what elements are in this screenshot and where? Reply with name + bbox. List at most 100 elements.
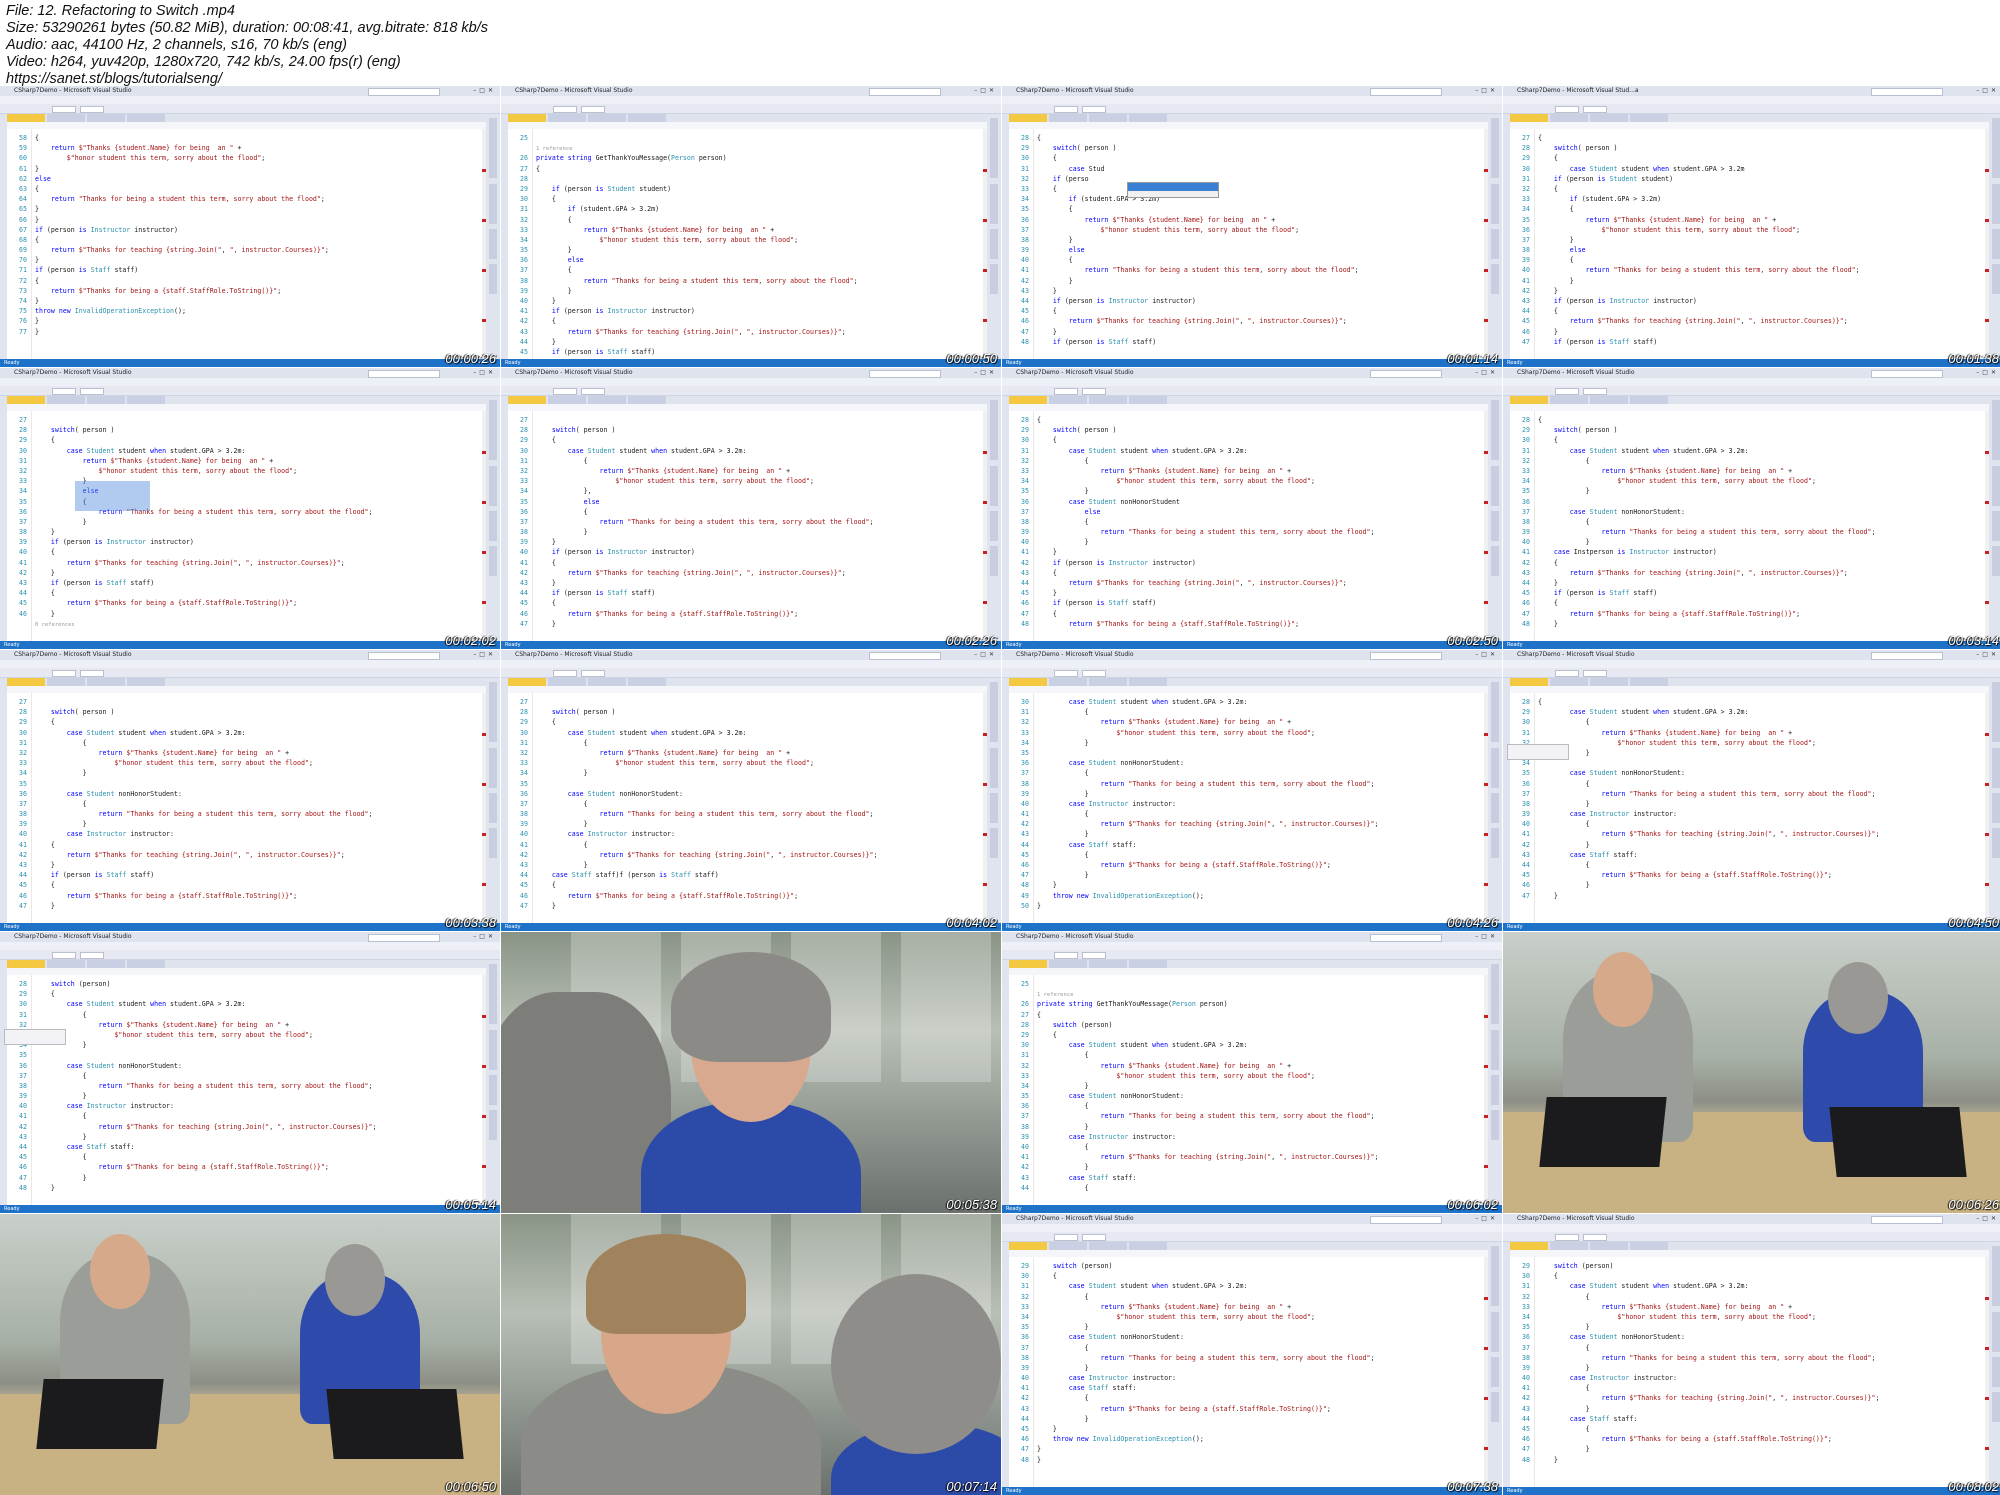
code-editor[interactable]: 25 1 reference 26 private string GetThankYo… [1009, 975, 1484, 1205]
side-panel-tab[interactable] [1491, 264, 1499, 294]
document-tab[interactable] [1129, 114, 1167, 122]
side-panel-tab[interactable] [489, 964, 497, 1024]
thumbnail-tile[interactable]: CSharp7Demo - Microsoft Visual Studio –□✕… [1503, 1214, 2000, 1495]
document-tab[interactable] [1129, 960, 1167, 968]
platform-dropdown[interactable] [1583, 1234, 1607, 1241]
side-panel-tab[interactable] [1992, 793, 2000, 823]
side-panel-tab[interactable] [1992, 264, 2000, 294]
platform-dropdown[interactable] [80, 388, 104, 395]
code-editor[interactable]: 27 28 switch( person ) 29 {30 case Student… [7, 693, 482, 923]
document-tab[interactable] [1550, 114, 1588, 122]
side-panel-tab[interactable] [1491, 466, 1499, 506]
document-tab[interactable] [1590, 114, 1628, 122]
config-dropdown[interactable] [553, 106, 577, 113]
config-dropdown[interactable] [52, 106, 76, 113]
platform-dropdown[interactable] [1082, 388, 1106, 395]
editor-scrollbar[interactable] [1484, 129, 1488, 359]
thumbnail-tile[interactable]: 00:07:14 [501, 1214, 1001, 1495]
quick-launch-input[interactable] [1370, 1216, 1442, 1224]
side-panel-tab[interactable] [990, 229, 998, 259]
thumbnail-tile[interactable]: CSharp7Demo - Microsoft Visual Studio –□✕… [1002, 368, 1502, 649]
editor-scrollbar[interactable] [1985, 693, 1989, 923]
document-tab[interactable] [1009, 114, 1047, 122]
side-panel-tab[interactable] [990, 264, 998, 294]
thumbnail-tile[interactable]: CSharp7Demo - Microsoft Visual Studio –□✕… [501, 86, 1001, 367]
document-tab[interactable] [548, 678, 586, 686]
side-panel-tab[interactable] [990, 793, 998, 823]
document-tab[interactable] [548, 396, 586, 404]
document-tab[interactable] [87, 114, 125, 122]
side-panel-tab[interactable] [990, 118, 998, 178]
editor-scrollbar[interactable] [1985, 411, 1989, 641]
config-dropdown[interactable] [52, 388, 76, 395]
side-panel-tab[interactable] [1491, 229, 1499, 259]
side-panel-tab[interactable] [990, 466, 998, 506]
document-tab[interactable] [1630, 396, 1668, 404]
document-tab[interactable] [87, 960, 125, 968]
editor-scrollbar[interactable] [983, 693, 987, 923]
document-tab[interactable] [508, 114, 546, 122]
window-controls[interactable]: –□✕ [1976, 1214, 1999, 1224]
code-editor[interactable]: 29 switch (person) 30 {31 case Student st… [1009, 1257, 1484, 1487]
side-panel-tab[interactable] [1992, 184, 2000, 224]
code-editor[interactable]: 28{29 switch( person ) 30 {31 case Stud 32… [1009, 129, 1484, 359]
thumbnail-tile[interactable]: CSharp7Demo - Microsoft Visual Studio –□✕… [1002, 932, 1502, 1213]
document-tab[interactable] [1009, 960, 1047, 968]
thumbnail-tile[interactable]: CSharp7Demo - Microsoft Visual Stud...a –… [1503, 86, 2000, 367]
code-editor[interactable]: 58 {59 return $"Thanks {student.Name} for… [7, 129, 482, 359]
side-panel-tab[interactable] [489, 682, 497, 742]
document-tab[interactable] [87, 678, 125, 686]
thumbnail-tile[interactable]: CSharp7Demo - Microsoft Visual Studio –□✕… [1002, 86, 1502, 367]
code-editor[interactable]: 28{29 switch( person ) 30 {31 case Studen… [1510, 411, 1985, 641]
document-tab[interactable] [1129, 396, 1167, 404]
code-editor[interactable]: 30 case Student student when student.GPA… [1009, 693, 1484, 923]
side-panel-tab[interactable] [1491, 1357, 1499, 1387]
code-editor[interactable]: 27 28 switch( person ) 29 {30 case Student… [508, 693, 983, 923]
thumbnail-tile[interactable]: CSharp7Demo - Microsoft Visual Studio –□✕… [0, 932, 500, 1213]
side-panel-tab[interactable] [489, 748, 497, 788]
platform-dropdown[interactable] [1583, 106, 1607, 113]
document-tab[interactable] [1590, 1242, 1628, 1250]
document-tab[interactable] [7, 960, 45, 968]
config-dropdown[interactable] [553, 388, 577, 395]
document-tab[interactable] [588, 678, 626, 686]
code-editor[interactable]: 27{28 switch( person ) 29 {30 case Studen… [1510, 129, 1985, 359]
quick-launch-input[interactable] [869, 652, 941, 660]
side-panel-tab[interactable] [489, 118, 497, 178]
config-dropdown[interactable] [1555, 1234, 1579, 1241]
side-panel-tab[interactable] [489, 1110, 497, 1140]
document-tab[interactable] [1089, 960, 1127, 968]
document-tab[interactable] [1089, 1242, 1127, 1250]
quick-launch-input[interactable] [1871, 88, 1943, 96]
intellisense-popup[interactable] [1127, 182, 1219, 198]
document-tab[interactable] [1009, 396, 1047, 404]
thumbnail-tile[interactable]: CSharp7Demo - Microsoft Visual Studio –□✕… [501, 650, 1001, 931]
side-panel-tab[interactable] [1992, 828, 2000, 858]
side-panel-tab[interactable] [489, 184, 497, 224]
document-tab[interactable] [1009, 678, 1047, 686]
side-panel-tab[interactable] [1992, 1312, 2000, 1352]
config-dropdown[interactable] [1054, 952, 1078, 959]
document-tab[interactable] [7, 114, 45, 122]
config-dropdown[interactable] [1555, 670, 1579, 677]
config-dropdown[interactable] [553, 670, 577, 677]
editor-scrollbar[interactable] [983, 129, 987, 359]
document-tab[interactable] [1550, 1242, 1588, 1250]
quick-launch-input[interactable] [1370, 88, 1442, 96]
config-dropdown[interactable] [1555, 106, 1579, 113]
window-controls[interactable]: –□✕ [1475, 368, 1498, 378]
side-panel-tab[interactable] [489, 793, 497, 823]
document-tab[interactable] [1049, 960, 1087, 968]
window-controls[interactable]: –□✕ [1475, 650, 1498, 660]
config-dropdown[interactable] [52, 952, 76, 959]
document-tab[interactable] [1510, 396, 1548, 404]
editor-scrollbar[interactable] [1484, 1257, 1488, 1487]
editor-scrollbar[interactable] [983, 411, 987, 641]
document-tab[interactable] [1510, 114, 1548, 122]
thumbnail-tile[interactable]: CSharp7Demo - Microsoft Visual Studio –□✕… [0, 368, 500, 649]
side-panel-tab[interactable] [1491, 184, 1499, 224]
window-controls[interactable]: –□✕ [1475, 86, 1498, 96]
platform-dropdown[interactable] [1082, 106, 1106, 113]
document-tab[interactable] [127, 678, 165, 686]
document-tab[interactable] [1089, 114, 1127, 122]
